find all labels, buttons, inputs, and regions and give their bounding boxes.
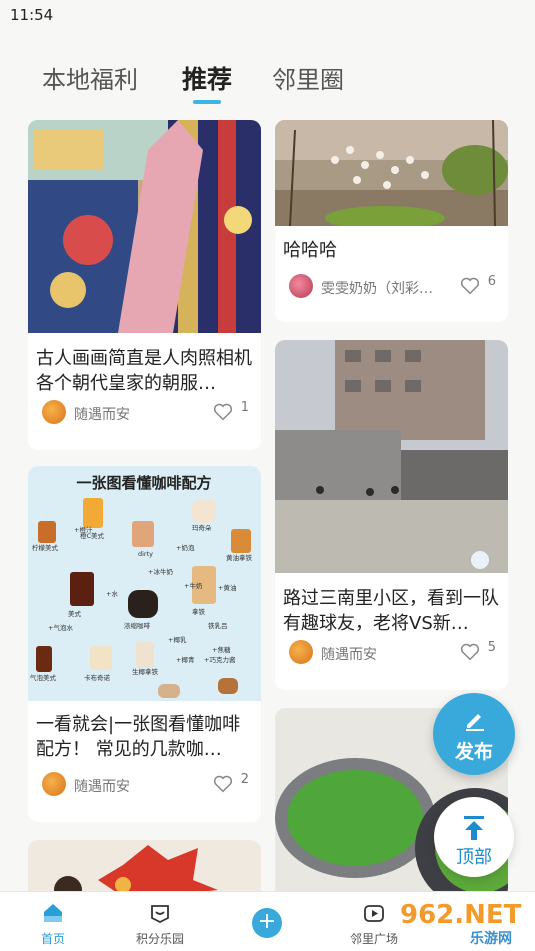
coffee-label: +奶泡	[176, 543, 195, 552]
like-count: 2	[240, 772, 249, 787]
status-time: 11:54	[10, 6, 54, 24]
tab-neighborhood[interactable]: 邻里圈	[272, 60, 344, 95]
gift-bag-icon	[151, 905, 169, 924]
like-count: 5	[487, 640, 496, 655]
like-count: 6	[487, 274, 496, 289]
post-fab-button[interactable]: 发布	[433, 693, 515, 775]
avatar	[289, 640, 313, 664]
like-button[interactable]: 6	[456, 274, 496, 298]
post-fab-label: 发布	[454, 741, 493, 763]
post-meta: 随遇而安 5	[289, 640, 496, 666]
status-bar: 11:54	[0, 0, 535, 32]
coffee-label: +焦糖	[212, 645, 231, 654]
watermark-number: 962.NET	[400, 900, 522, 930]
nav-points-park-label: 积分乐园	[135, 932, 184, 946]
plus-icon: +	[252, 908, 282, 938]
coffee-label: +牛奶	[184, 581, 203, 590]
heart-icon	[460, 643, 480, 661]
watermark-sub: 乐游网	[470, 931, 512, 947]
courtyard-image	[275, 340, 508, 573]
like-button[interactable]: 1	[209, 400, 249, 424]
coffee-label: 黄油拿铁	[226, 553, 253, 562]
post-title: 哈哈哈	[283, 240, 337, 261]
author-name: 随遇而安	[74, 407, 130, 423]
coffee-label: +椰乳	[168, 635, 187, 644]
coffee-label: 卡布奇诺	[84, 673, 111, 682]
post-card-magnolia[interactable]: 哈哈哈 雯雯奶奶（刘彩… 6	[275, 120, 508, 322]
coffee-label: 美式	[68, 609, 82, 618]
video-play-icon	[364, 905, 384, 922]
author-name: 雯雯奶奶（刘彩…	[321, 281, 433, 297]
coffee-label: 柠檬美式	[32, 543, 59, 552]
heart-icon	[213, 775, 233, 793]
post-meta: 雯雯奶奶（刘彩… 6	[289, 274, 496, 300]
coffee-infographic-image: 一张图看懂咖啡配方 柠檬美式橙C美式dirty玛奇朵黄油拿铁美式浓缩咖啡拿铁气泡…	[28, 466, 261, 701]
avatar	[42, 772, 66, 796]
coffee-label: +水	[106, 589, 118, 598]
post-title: 路过三南里小区，看到一队有趣球友，老将VS新…	[283, 588, 499, 634]
coffee-label: +气泡水	[48, 623, 73, 632]
nav-home-label: 首页	[40, 932, 65, 946]
nav-points-park[interactable]: 积分乐园	[120, 892, 200, 951]
post-card-robe[interactable]: 古人画画简直是人肉照相机 各个朝代皇家的朝服… 随遇而安 1	[28, 120, 261, 450]
coffee-label: +椰青	[176, 655, 195, 664]
coffee-label: 浓缩咖啡	[124, 621, 151, 630]
back-to-top-label: 顶部	[456, 847, 492, 868]
author-name: 随遇而安	[321, 647, 377, 663]
coffee-label: +巧克力酱	[204, 655, 236, 664]
arrow-up-icon	[464, 816, 484, 840]
like-button[interactable]: 2	[209, 772, 249, 796]
post-meta: 随遇而安 2	[42, 772, 249, 798]
coffee-label: +橙汁	[74, 525, 93, 534]
post-title: 古人画画简直是人肉照相机 各个朝代皇家的朝服…	[36, 348, 252, 394]
coffee-label: 生椰拿铁	[132, 667, 159, 676]
coffee-label: 铁乳吕	[208, 621, 228, 630]
post-title: 一看就会|一张图看懂咖啡配方！ 常见的几款咖…	[36, 714, 241, 760]
tab-indicator	[193, 100, 221, 104]
avatar	[42, 400, 66, 424]
tab-local-benefits[interactable]: 本地福利	[42, 60, 138, 95]
tab-recommended[interactable]: 推荐	[182, 60, 232, 96]
site-watermark: 962.NET 乐游网	[400, 900, 532, 947]
post-card-coffee[interactable]: 一张图看懂咖啡配方 柠檬美式 橙C美式 dirty 玛奇朵 黄油拿铁 美式 浓缩咖啡 拿铁 气泡…	[28, 466, 261, 822]
coffee-label: +冰牛奶	[148, 567, 173, 576]
like-count: 1	[240, 400, 249, 415]
post-card-courtyard[interactable]: 路过三南里小区，看到一队有趣球友，老将VS新… 随遇而安 5	[275, 340, 508, 690]
magnolia-image	[275, 120, 508, 226]
infographic-title: 一张图看懂咖啡配方	[76, 474, 211, 492]
coffee-label: 拿铁	[192, 607, 206, 616]
coffee-label: dirty	[138, 550, 153, 558]
avatar	[289, 274, 313, 298]
top-tabs: 本地福利 推荐 邻里圈	[0, 52, 535, 112]
coffee-label: 气泡美式	[30, 673, 57, 682]
post-meta: 随遇而安 1	[42, 400, 249, 426]
back-to-top-button[interactable]: 顶部	[434, 797, 514, 877]
nav-home[interactable]: 首页	[16, 892, 90, 951]
author-name: 随遇而安	[74, 779, 130, 795]
heart-icon	[213, 403, 233, 421]
coffee-label: 玛奇朵	[192, 523, 212, 532]
coffee-label: +黄油	[218, 583, 236, 592]
home-icon	[44, 904, 62, 922]
heart-icon	[460, 277, 480, 295]
robe-image	[28, 120, 261, 333]
like-button[interactable]: 5	[456, 640, 496, 664]
pen-icon	[466, 714, 484, 731]
